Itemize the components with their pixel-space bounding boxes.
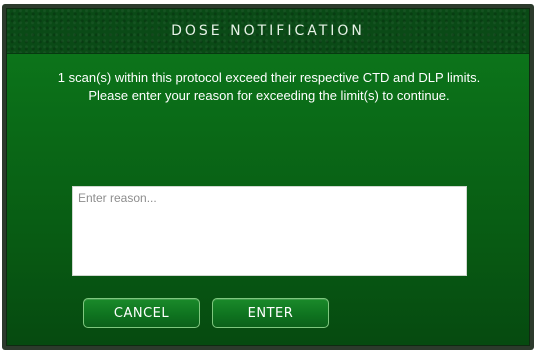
dose-notification-dialog: DOSE NOTIFICATION 1 scan(s) within this … (6, 8, 530, 346)
enter-button[interactable]: ENTER (212, 298, 329, 328)
dose-warning-message: 1 scan(s) within this protocol exceed th… (57, 70, 481, 103)
cancel-button-label: CANCEL (113, 305, 170, 321)
enter-button-label: ENTER (247, 305, 294, 321)
dialog-frame: DOSE NOTIFICATION 1 scan(s) within this … (2, 4, 534, 350)
dialog-title-bar: DOSE NOTIFICATION (7, 9, 529, 54)
cancel-button[interactable]: CANCEL (83, 298, 200, 328)
reason-input[interactable] (72, 186, 467, 276)
dialog-title: DOSE NOTIFICATION (171, 23, 365, 39)
